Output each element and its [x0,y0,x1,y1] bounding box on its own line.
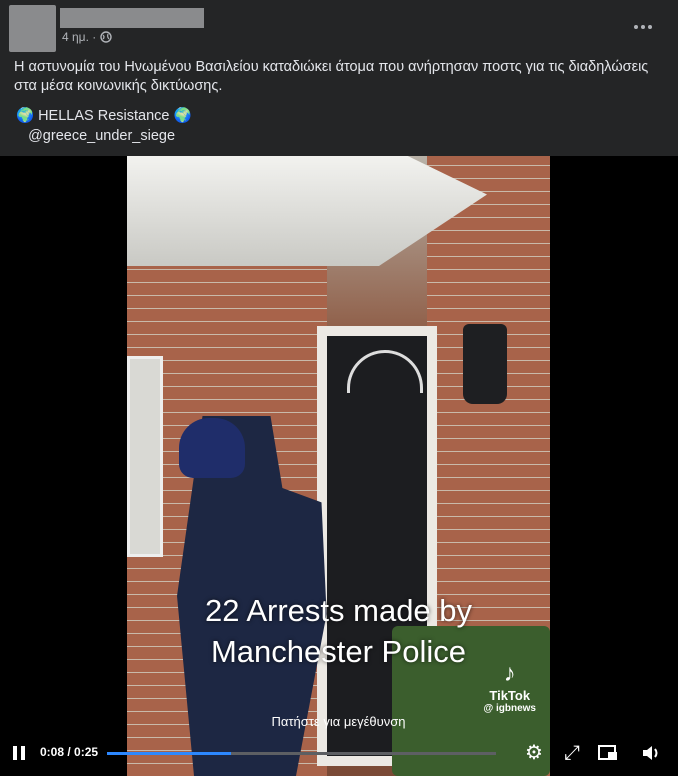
tiktok-watermark: ♪ TikTok @ igbnews [483,660,536,714]
tap-to-enlarge-hint[interactable]: Πατήστε για μεγέθυνση [127,714,550,729]
video-controls: 0:08 / 0:25 ⚙ ⤢ [0,730,678,776]
tiktok-label: TikTok [489,688,531,703]
progress-fill [107,752,232,755]
pause-icon[interactable] [12,746,26,760]
fullscreen-icon[interactable]: ⤢ [561,742,583,764]
gear-icon[interactable]: ⚙ [523,742,545,764]
post-signature: 🌍 HELLAS Resistance 🌍 @greece_under_sieg… [16,106,192,146]
post-timestamp[interactable]: 4 ημ. · [62,30,96,44]
facebook-post: 4 ημ. · Η αστυνομία του Ηνωμένου Βασιλεί… [0,0,678,776]
picture-in-picture-icon[interactable] [597,742,619,764]
more-options-icon[interactable] [630,14,656,40]
post-header: 4 ημ. · [0,0,678,56]
globe-icon [100,31,112,43]
tiktok-handle: @ igbnews [483,703,536,714]
post-text: Η αστυνομία του Ηνωμένου Βασιλείου καταδ… [14,59,649,94]
video-frame[interactable]: 22 Arrests made by Manchester Police ♪ T… [127,156,550,776]
window [127,356,163,557]
time-display: 0:08 / 0:25 [40,745,99,759]
signature-line-1: 🌍 HELLAS Resistance 🌍 [16,108,192,124]
signature-line-2: @greece_under_siege [16,128,176,144]
video-player[interactable]: 22 Arrests made by Manchester Police ♪ T… [0,156,678,776]
avatar[interactable] [9,5,56,52]
progress-bar[interactable] [107,752,496,755]
helmet [179,418,245,478]
wall-lamp [463,324,507,404]
fanlight [347,350,423,393]
post-meta: 4 ημ. · [62,30,112,44]
caption-line-1: 22 Arrests made by [204,593,473,628]
tiktok-logo-icon: ♪ [503,660,516,687]
author-name-redacted[interactable] [60,8,204,28]
volume-icon[interactable] [640,742,662,764]
